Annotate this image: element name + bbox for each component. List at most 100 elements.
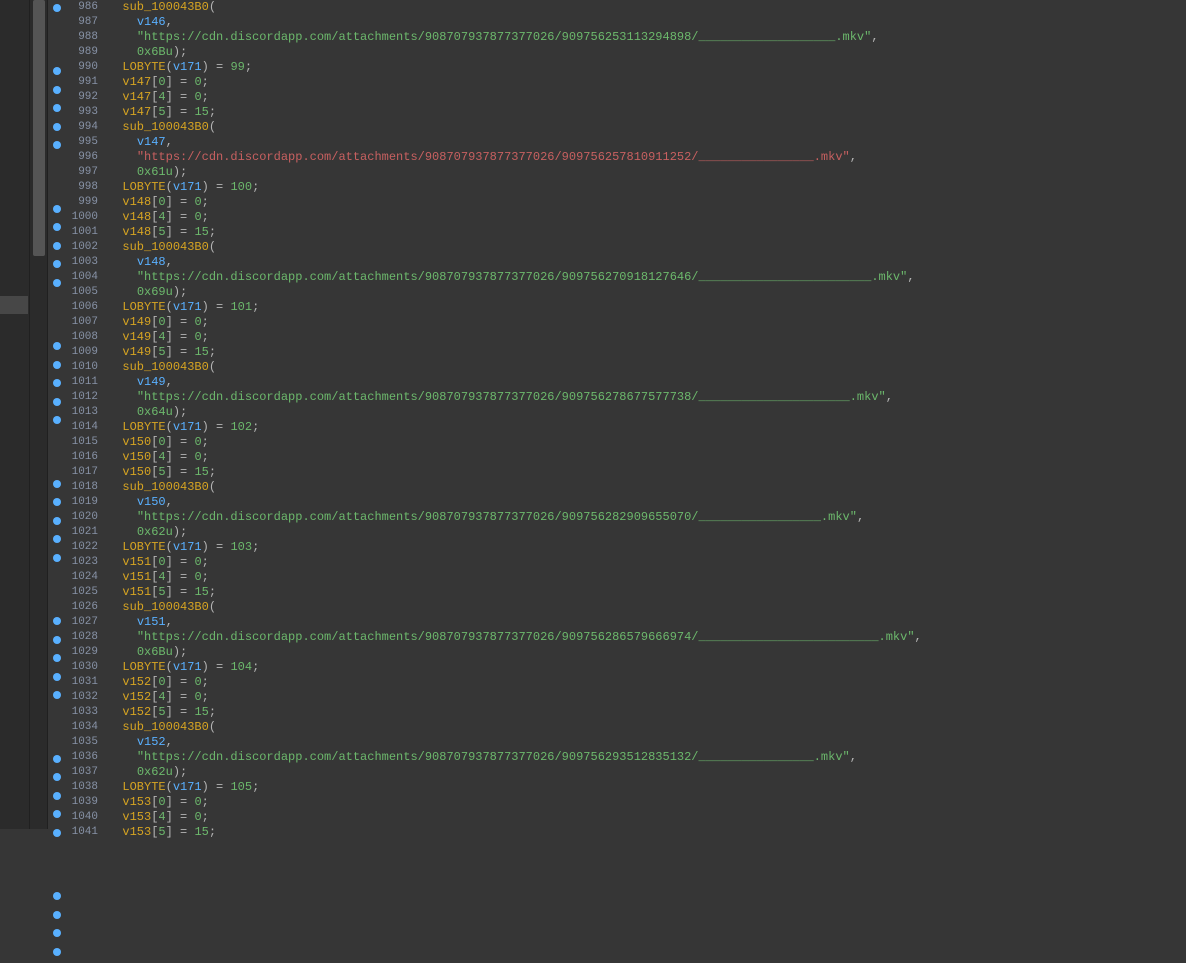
breakpoint-dot[interactable] xyxy=(53,361,61,369)
breakpoint-dot[interactable] xyxy=(53,67,61,75)
code-line[interactable]: v152[4] = 0; xyxy=(108,690,1186,705)
code-line[interactable]: 0x61u); xyxy=(108,165,1186,180)
code-line[interactable]: sub_100043B0( xyxy=(108,0,1186,15)
breakpoint-dot[interactable] xyxy=(53,892,61,900)
breakpoint-dot[interactable] xyxy=(53,792,61,800)
line-number: 1002 xyxy=(66,240,98,255)
code-line[interactable]: v148[5] = 15; xyxy=(108,225,1186,240)
breakpoint-dot[interactable] xyxy=(53,205,61,213)
code-line[interactable]: "https://cdn.discordapp.com/attachments/… xyxy=(108,270,1186,285)
code-line[interactable]: v147[4] = 0; xyxy=(108,90,1186,105)
line-number: 992 xyxy=(66,90,98,105)
breakpoint-dot[interactable] xyxy=(53,242,61,250)
breakpoint-dot[interactable] xyxy=(53,535,61,543)
breakpoint-gutter[interactable] xyxy=(48,0,66,829)
code-line[interactable]: v149[0] = 0; xyxy=(108,315,1186,330)
code-line[interactable]: v152[0] = 0; xyxy=(108,675,1186,690)
code-line[interactable]: v153[5] = 15; xyxy=(108,825,1186,840)
code-line[interactable]: "https://cdn.discordapp.com/attachments/… xyxy=(108,390,1186,405)
breakpoint-dot[interactable] xyxy=(53,948,61,956)
code-line[interactable]: 0x62u); xyxy=(108,765,1186,780)
code-line[interactable]: v152[5] = 15; xyxy=(108,705,1186,720)
code-line[interactable]: v149, xyxy=(108,375,1186,390)
code-line[interactable]: v150, xyxy=(108,495,1186,510)
code-line[interactable]: 0x62u); xyxy=(108,525,1186,540)
code-line[interactable]: v153[4] = 0; xyxy=(108,810,1186,825)
breakpoint-dot[interactable] xyxy=(53,617,61,625)
code-line[interactable]: 0x64u); xyxy=(108,405,1186,420)
code-line[interactable]: v152, xyxy=(108,735,1186,750)
breakpoint-dot[interactable] xyxy=(53,636,61,644)
scrollbar-thumb[interactable] xyxy=(33,0,45,256)
breakpoint-dot[interactable] xyxy=(53,104,61,112)
code-line[interactable]: LOBYTE(v171) = 102; xyxy=(108,420,1186,435)
code-line[interactable]: 0x69u); xyxy=(108,285,1186,300)
scrollbar[interactable] xyxy=(30,0,48,829)
code-line[interactable]: LOBYTE(v171) = 103; xyxy=(108,540,1186,555)
breakpoint-dot[interactable] xyxy=(53,398,61,406)
code-line[interactable]: v147[5] = 15; xyxy=(108,105,1186,120)
breakpoint-dot[interactable] xyxy=(53,673,61,681)
code-line[interactable]: sub_100043B0( xyxy=(108,120,1186,135)
code-line[interactable]: v150[0] = 0; xyxy=(108,435,1186,450)
breakpoint-dot[interactable] xyxy=(53,141,61,149)
code-line[interactable]: v150[5] = 15; xyxy=(108,465,1186,480)
code-line[interactable]: LOBYTE(v171) = 101; xyxy=(108,300,1186,315)
code-line[interactable]: v151[0] = 0; xyxy=(108,555,1186,570)
code-line[interactable]: LOBYTE(v171) = 104; xyxy=(108,660,1186,675)
breakpoint-dot[interactable] xyxy=(53,223,61,231)
code-line[interactable]: sub_100043B0( xyxy=(108,480,1186,495)
breakpoint-dot[interactable] xyxy=(53,416,61,424)
breakpoint-dot[interactable] xyxy=(53,654,61,662)
breakpoint-dot[interactable] xyxy=(53,4,61,12)
breakpoint-dot[interactable] xyxy=(53,498,61,506)
code-line[interactable]: v149[4] = 0; xyxy=(108,330,1186,345)
breakpoint-dot[interactable] xyxy=(53,260,61,268)
code-line[interactable]: v151[4] = 0; xyxy=(108,570,1186,585)
code-line[interactable]: v148, xyxy=(108,255,1186,270)
code-line[interactable]: "https://cdn.discordapp.com/attachments/… xyxy=(108,510,1186,525)
code-line[interactable]: sub_100043B0( xyxy=(108,360,1186,375)
breakpoint-dot[interactable] xyxy=(53,929,61,937)
breakpoint-dot[interactable] xyxy=(53,480,61,488)
code-line[interactable]: v151, xyxy=(108,615,1186,630)
code-line[interactable]: sub_100043B0( xyxy=(108,720,1186,735)
code-line[interactable]: 0x6Bu); xyxy=(108,645,1186,660)
gutter-tab[interactable] xyxy=(0,296,28,314)
code-line[interactable]: v151[5] = 15; xyxy=(108,585,1186,600)
code-line[interactable]: LOBYTE(v171) = 100; xyxy=(108,180,1186,195)
code-line[interactable]: "https://cdn.discordapp.com/attachments/… xyxy=(108,30,1186,45)
breakpoint-dot[interactable] xyxy=(53,829,61,837)
code-line[interactable]: v147, xyxy=(108,135,1186,150)
code-line[interactable]: v147[0] = 0; xyxy=(108,75,1186,90)
breakpoint-dot[interactable] xyxy=(53,517,61,525)
breakpoint-dot[interactable] xyxy=(53,342,61,350)
breakpoint-dot[interactable] xyxy=(53,755,61,763)
code-line[interactable]: v153[0] = 0; xyxy=(108,795,1186,810)
breakpoint-dot[interactable] xyxy=(53,86,61,94)
code-line[interactable]: v148[0] = 0; xyxy=(108,195,1186,210)
breakpoint-dot[interactable] xyxy=(53,810,61,818)
code-line[interactable]: "https://cdn.discordapp.com/attachments/… xyxy=(108,750,1186,765)
breakpoint-dot[interactable] xyxy=(53,279,61,287)
code-line[interactable]: 0x6Bu); xyxy=(108,45,1186,60)
code-line[interactable]: v150[4] = 0; xyxy=(108,450,1186,465)
code-line[interactable]: sub_100043B0( xyxy=(108,240,1186,255)
code-area[interactable]: sub_100043B0( v146, "https://cdn.discord… xyxy=(104,0,1186,829)
code-line[interactable]: LOBYTE(v171) = 99; xyxy=(108,60,1186,75)
code-line[interactable]: LOBYTE(v171) = 105; xyxy=(108,780,1186,795)
line-number: 987 xyxy=(66,15,98,30)
breakpoint-dot[interactable] xyxy=(53,123,61,131)
breakpoint-dot[interactable] xyxy=(53,691,61,699)
code-line[interactable]: sub_100043B0( xyxy=(108,600,1186,615)
code-line[interactable]: v148[4] = 0; xyxy=(108,210,1186,225)
code-line[interactable]: v149[5] = 15; xyxy=(108,345,1186,360)
breakpoint-dot[interactable] xyxy=(53,379,61,387)
code-line[interactable]: "https://cdn.discordapp.com/attachments/… xyxy=(108,150,1186,165)
breakpoint-dot[interactable] xyxy=(53,773,61,781)
breakpoint-dot[interactable] xyxy=(53,554,61,562)
code-line[interactable]: "https://cdn.discordapp.com/attachments/… xyxy=(108,630,1186,645)
line-number: 1039 xyxy=(66,795,98,810)
code-line[interactable]: v146, xyxy=(108,15,1186,30)
breakpoint-dot[interactable] xyxy=(53,911,61,919)
